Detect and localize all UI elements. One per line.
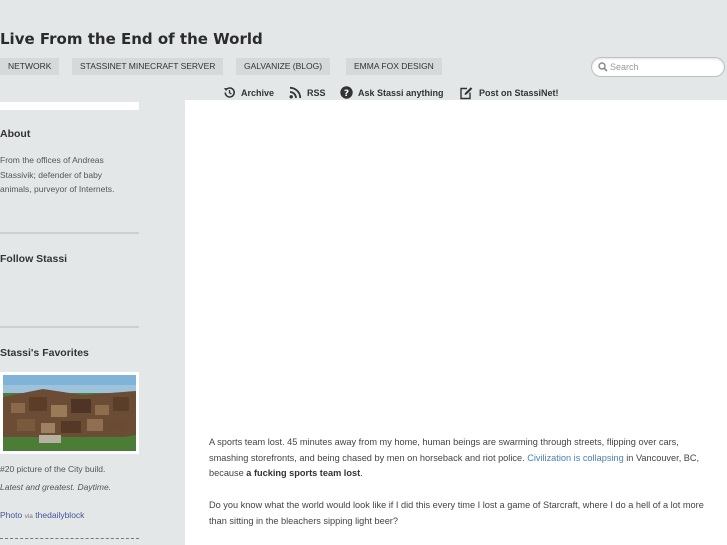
edit-icon (460, 87, 473, 100)
about-heading: About (0, 128, 31, 140)
svg-text:?: ? (344, 89, 349, 99)
post-paragraph-2: Do you know what the world would look li… (209, 500, 704, 526)
favorite-photo[interactable] (0, 372, 139, 454)
ask-link[interactable]: ? Ask Stassi anything (340, 86, 448, 100)
favorite-caption: #20 picture of the City build. (0, 464, 106, 474)
post-text: . (360, 468, 363, 478)
photo-link[interactable]: Photo (0, 510, 22, 520)
post-bold-text: a fucking sports team lost (246, 468, 361, 478)
nav-item-emma-fox-design[interactable]: EMMA FOX DESIGN (346, 58, 442, 75)
rss-icon (289, 86, 302, 99)
favorites-heading: Stassi's Favorites (0, 347, 89, 359)
archive-label: Archive (241, 88, 275, 98)
search-box (591, 57, 725, 77)
favorite-subcaption: Latest and greatest. Daytime. (0, 482, 112, 492)
question-circle-icon: ? (340, 86, 353, 99)
photo-credit: Photo via thedailyblock (0, 508, 130, 525)
site-title[interactable]: Live From the End of the World (0, 30, 263, 48)
sidebar-divider (0, 326, 139, 328)
sidebar-top-bar (0, 102, 139, 110)
main-content: A sports team lost. 45 minutes away from… (185, 100, 727, 545)
follow-heading: Follow Stassi (0, 253, 68, 265)
post-paragraph-1: A sports team lost. 45 minutes away from… (209, 435, 707, 482)
rss-link[interactable]: RSS (289, 86, 329, 100)
search-icon (598, 62, 608, 72)
via-label: via (24, 513, 33, 520)
archive-link[interactable]: Archive (223, 86, 279, 100)
nav-item-galvanize-blog[interactable]: GALVANIZE (BLOG) (236, 58, 331, 75)
nav-item-network[interactable]: NETWORK (0, 58, 60, 75)
about-text: From the offices of Andreas Stassivik; d… (0, 155, 115, 194)
nav-item-minecraft-server[interactable]: STASSINET MINECRAFT SERVER (72, 58, 224, 75)
minecraft-city-thumbnail (3, 375, 136, 451)
clock-history-icon (224, 87, 235, 98)
ask-label: Ask Stassi anything (358, 88, 444, 98)
post-on-stassinet-link[interactable]: Post on StassiNet! (459, 86, 563, 100)
search-input[interactable] (610, 59, 718, 74)
civilization-link[interactable]: Civilization is collapsing (527, 453, 624, 463)
rss-label: RSS (307, 88, 326, 98)
sidebar-divider (0, 232, 139, 234)
post-label: Post on StassiNet! (479, 88, 559, 98)
via-source-link[interactable]: thedailyblock (35, 510, 84, 520)
sidebar-dashed-divider (0, 538, 139, 539)
